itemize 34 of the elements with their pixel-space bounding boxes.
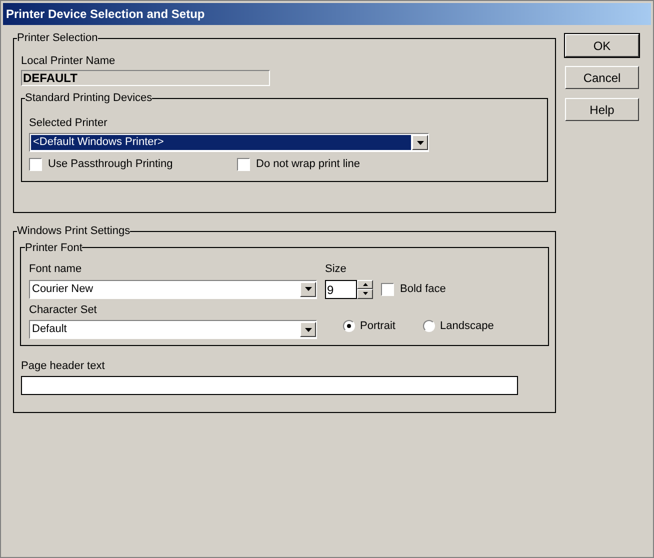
field-label: Size (325, 262, 348, 277)
window-title: Printer Device Selection and Setup (6, 6, 205, 23)
checkbox-label: Use Passthrough Printing (48, 157, 173, 172)
dropdown-value: Courier New (31, 282, 94, 296)
radio-button[interactable] (423, 320, 435, 332)
group-title: Printer Selection (17, 31, 98, 46)
field-label: Selected Printer (29, 116, 108, 130)
group-title: Printer Font (25, 240, 82, 256)
radio-label: Portrait (360, 318, 396, 334)
spinner[interactable] (357, 280, 373, 298)
field-label: Font name (29, 262, 83, 277)
checkbox-label: Bold face (400, 282, 446, 297)
dropdown-value: Default (31, 322, 68, 337)
dialog-button[interactable]: Help (565, 98, 639, 121)
size-field[interactable]: 9 (325, 280, 357, 298)
field-label: Character Set (29, 302, 98, 318)
page-header-field[interactable] (21, 376, 518, 395)
dropdown[interactable]: <Default Windows Printer> (29, 133, 429, 152)
radio-label: Landscape (440, 318, 494, 334)
checkbox[interactable] (381, 282, 394, 296)
checkbox[interactable] (237, 158, 250, 171)
dropdown-value: <Default Windows Printer> (31, 135, 411, 150)
group-title: Windows Print Settings (17, 224, 130, 239)
checkbox[interactable] (29, 158, 42, 171)
dialog-button[interactable]: OK (565, 34, 639, 57)
dialog-button[interactable]: Cancel (565, 66, 639, 89)
field-label: Local Printer Name (21, 54, 116, 68)
printer-name-field: DEFAULT (21, 70, 270, 86)
dropdown[interactable]: Default (29, 320, 317, 339)
field-label: Page header text (21, 358, 106, 374)
checkbox-label: Do not wrap print line (256, 157, 360, 172)
dropdown[interactable]: Courier New (29, 280, 317, 298)
group-title: Standard Printing Devices (25, 91, 152, 106)
radio-button[interactable] (343, 320, 355, 332)
